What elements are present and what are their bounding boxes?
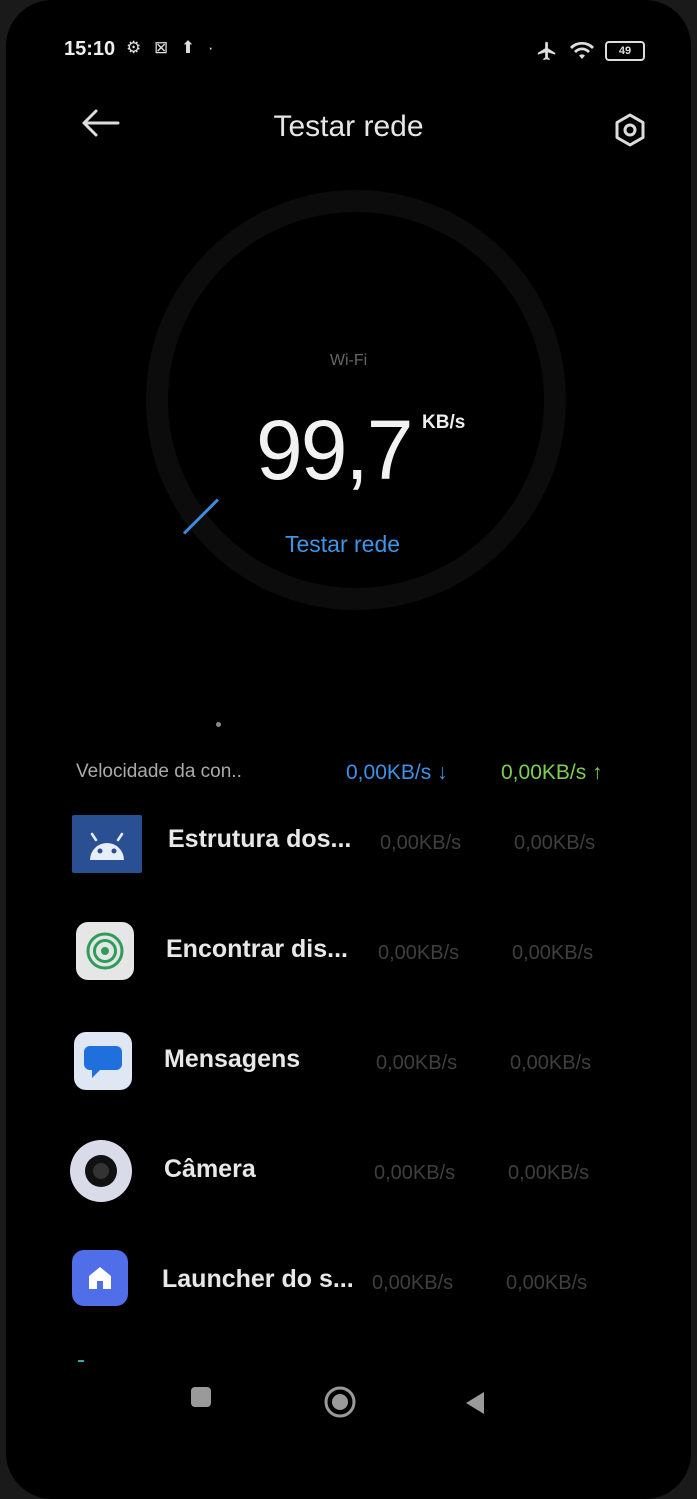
app-name: Encontrar dis... [166, 935, 348, 963]
list-item[interactable]: Launcher do s... 0,00KB/s 0,00KB/s [6, 1230, 691, 1330]
launcher-icon [72, 1250, 128, 1306]
page-title: Testar rede [273, 110, 424, 143]
settings-button[interactable] [603, 102, 657, 158]
airplane-icon [537, 41, 556, 61]
total-download-speed: 0,00KB/s ↓ [346, 761, 448, 784]
test-network-button[interactable]: Testar rede [285, 531, 400, 558]
app-download-speed: 0,00KB/s [378, 942, 460, 964]
home-button[interactable] [316, 1376, 364, 1428]
app-download-speed: 0,00KB/s [372, 1272, 454, 1294]
app-upload-speed: 0,00KB/s [508, 1162, 590, 1184]
phone-screen: 15:10 ⚙ ⊠ ⬆ · 49 Testar rede Wi-Fi 99,7 … [6, 0, 691, 1499]
status-system-icons: 49 [535, 40, 645, 62]
app-name: Mensagens [164, 1045, 301, 1073]
camera-icon [70, 1140, 132, 1202]
messages-icon [74, 1032, 132, 1090]
connection-speed-label: Velocidade da con.. [76, 761, 242, 782]
wifi-icon [570, 41, 594, 59]
find-device-icon [76, 922, 134, 980]
network-type-label: Wi-Fi [329, 352, 368, 369]
square-icon [191, 1387, 211, 1407]
app-upload-speed: 0,00KB/s [512, 942, 594, 964]
app-upload-speed: 0,00KB/s [514, 832, 596, 854]
circle-icon [324, 1386, 356, 1418]
list-item[interactable]: Mensagens 0,00KB/s 0,00KB/s [6, 1010, 691, 1110]
recent-apps-button[interactable] [184, 1376, 218, 1418]
app-download-speed: 0,00KB/s [376, 1052, 458, 1074]
battery-icon: 49 [605, 41, 645, 61]
gear-icon [615, 113, 645, 147]
app-name: Estrutura dos... [168, 825, 352, 853]
list-item[interactable]: Estrutura dos... 0,00KB/s 0,00KB/s [6, 790, 691, 890]
app-upload-speed: 0,00KB/s [510, 1052, 592, 1074]
triangle-left-icon [466, 1392, 484, 1414]
app-name: Launcher do s... [162, 1265, 354, 1293]
list-item[interactable]: Câmera 0,00KB/s 0,00KB/s [6, 1120, 691, 1220]
speed-value: 99,7 [256, 403, 413, 497]
app-name: Câmera [164, 1155, 256, 1183]
page-indicator-dot [216, 722, 221, 727]
app-upload-speed: 0,00KB/s [506, 1272, 588, 1294]
app-download-speed: 0,00KB/s [380, 832, 462, 854]
status-notification-icons: ⚙ ⊠ ⬆ · [126, 38, 218, 57]
total-upload-speed: 0,00KB/s ↑ [501, 761, 603, 784]
nav-bar-marker [78, 1360, 84, 1362]
speed-unit: KB/s [422, 412, 466, 433]
app-download-speed: 0,00KB/s [374, 1162, 456, 1184]
status-time: 15:10 [64, 38, 116, 60]
nav-back-button[interactable] [456, 1376, 494, 1430]
android-icon [72, 815, 142, 873]
list-item[interactable]: Encontrar dis... 0,00KB/s 0,00KB/s [6, 900, 691, 1000]
